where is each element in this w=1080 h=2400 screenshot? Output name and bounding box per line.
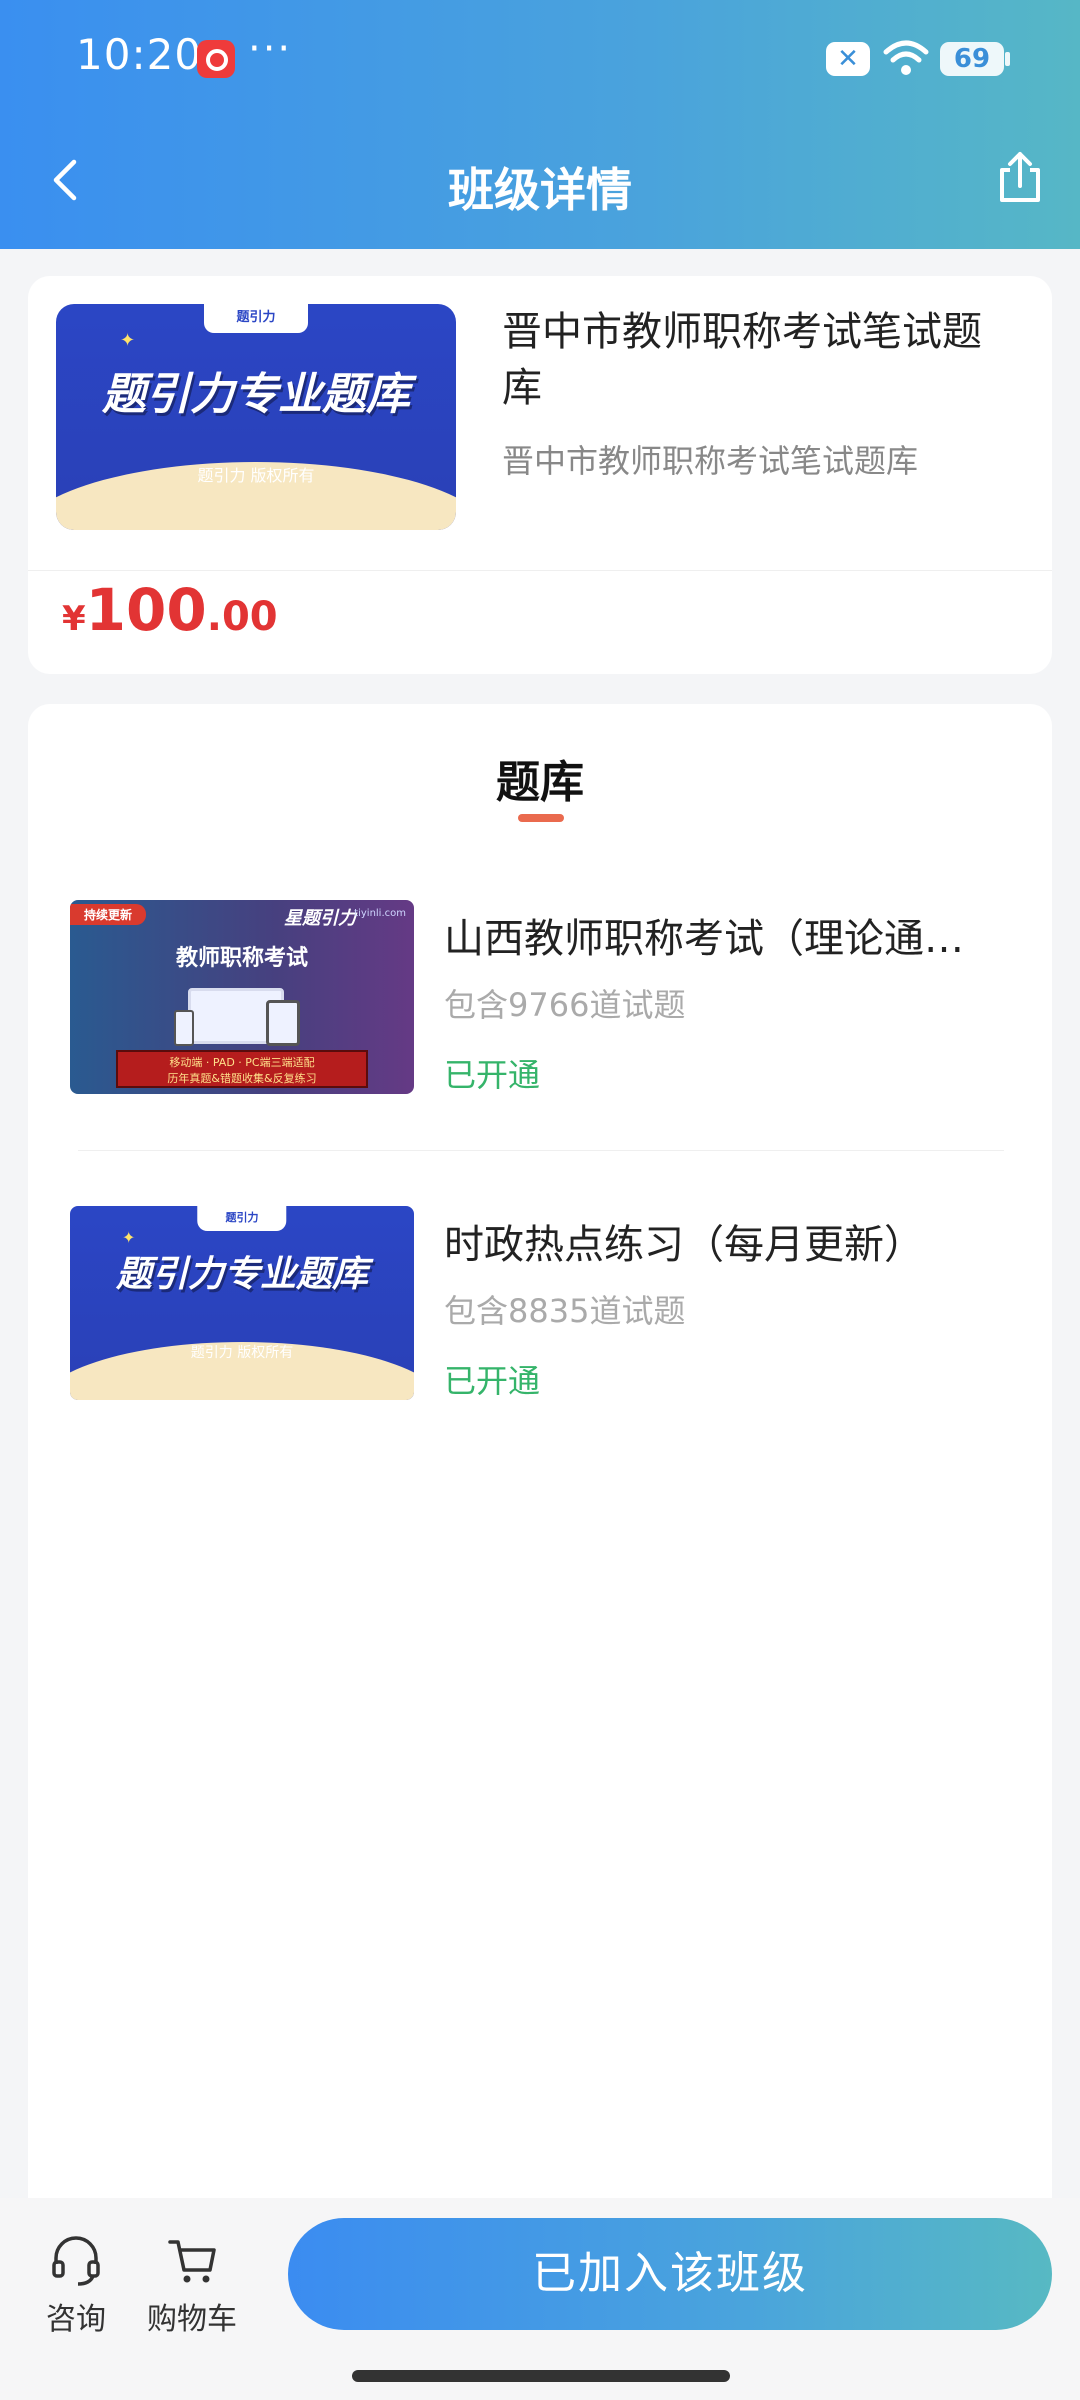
section-title: 题库 — [496, 757, 584, 808]
cover-url: tiyinli.com — [354, 908, 406, 919]
bank-question-count: 包含9766道试题 — [444, 986, 686, 1024]
class-info-card: 题引力 ✦ 题引力专业题库 题引力 版权所有 晋中市教师职称考试笔试题库 晋中市… — [28, 276, 1052, 674]
question-bank-section: 题库 持续更新 星题引力 tiyinli.com 教师职称考试 移动端 · PA… — [28, 704, 1052, 2198]
cover-logo: 星题引力 — [284, 908, 356, 929]
price-currency: ¥ — [62, 599, 86, 639]
price: ¥100.00 — [62, 576, 278, 644]
divider — [28, 570, 1052, 571]
battery-icon: 69 — [940, 42, 1010, 76]
more-notifications-icon: ··· — [248, 26, 293, 72]
cart-label: 购物车 — [147, 2302, 237, 2337]
bank-list-item[interactable]: 题引力 ✦ 题引力专业题库 题引力 版权所有 时政热点练习（每月更新） 包含88… — [28, 1206, 1052, 1406]
share-button[interactable] — [990, 148, 1050, 208]
wifi-icon — [883, 40, 929, 75]
bottom-action-bar: 咨询 购物车 已加入该班级 — [0, 2198, 1080, 2400]
cover-copyright: 题引力 版权所有 — [190, 1344, 294, 1361]
bank-title: 山西教师职称考试（理论通… — [444, 916, 964, 962]
class-title: 晋中市教师职称考试笔试题库 — [502, 309, 982, 411]
joined-class-button[interactable]: 已加入该班级 — [288, 2218, 1052, 2330]
status-bar: 10:20 ··· ✕ 69 — [0, 0, 1080, 118]
headset-icon — [52, 2236, 100, 2286]
cover-copyright: 题引力 版权所有 — [197, 466, 315, 486]
bank-question-count: 包含8835道试题 — [444, 1292, 686, 1330]
cover-banner: 移动端 · PAD · PC端三端适配 历年真题&错题收集&反复练习 — [116, 1050, 368, 1088]
price-decimal: .00 — [206, 594, 278, 640]
page-title: 班级详情 — [448, 163, 632, 217]
cart-button[interactable]: 购物车 — [142, 2232, 242, 2338]
consult-label: 咨询 — [46, 2302, 106, 2337]
consult-button[interactable]: 咨询 — [36, 2232, 116, 2338]
tablet-icon — [266, 1000, 300, 1046]
nav-bar: 班级详情 — [0, 118, 1080, 249]
cover-banner-line: 移动端 · PAD · PC端三端适配 — [169, 1056, 315, 1069]
cover-headline: 题引力专业题库 — [102, 369, 410, 421]
star-icon: ✦ — [120, 330, 136, 351]
divider — [78, 1150, 1004, 1151]
cover-tab-label: 题引力 — [197, 1206, 287, 1232]
bank-cover-image: 题引力 ✦ 题引力专业题库 题引力 版权所有 — [70, 1206, 414, 1400]
bank-status: 已开通 — [444, 1056, 541, 1094]
bank-title: 时政热点练习（每月更新） — [444, 1222, 924, 1268]
section-title-underline — [518, 814, 564, 822]
cover-banner-line: 历年真题&错题收集&反复练习 — [167, 1072, 317, 1085]
cover-tab-label: 题引力 — [204, 304, 308, 334]
cover-ribbon: 持续更新 — [70, 904, 147, 925]
home-indicator[interactable] — [352, 2370, 730, 2382]
bank-list-item[interactable]: 持续更新 星题引力 tiyinli.com 教师职称考试 移动端 · PAD ·… — [28, 900, 1052, 1100]
app-notification-icon — [197, 40, 235, 78]
close-badge-icon: ✕ — [826, 42, 870, 76]
price-integer: 100 — [85, 576, 207, 644]
phone-icon — [174, 1010, 194, 1046]
class-cover-image: 题引力 ✦ 题引力专业题库 题引力 版权所有 — [56, 304, 456, 530]
cover-headline: 题引力专业题库 — [115, 1253, 368, 1295]
header: 10:20 ··· ✕ 69 班级详情 — [0, 0, 1080, 249]
class-subtitle: 晋中市教师职称考试笔试题库 — [502, 442, 919, 480]
bank-status: 已开通 — [444, 1362, 541, 1400]
cover-headline: 教师职称考试 — [175, 946, 308, 971]
status-time: 10:20 — [76, 30, 203, 79]
share-icon — [1000, 152, 1040, 202]
cart-icon — [168, 2240, 216, 2283]
bank-cover-image: 持续更新 星题引力 tiyinli.com 教师职称考试 移动端 · PAD ·… — [70, 900, 414, 1094]
